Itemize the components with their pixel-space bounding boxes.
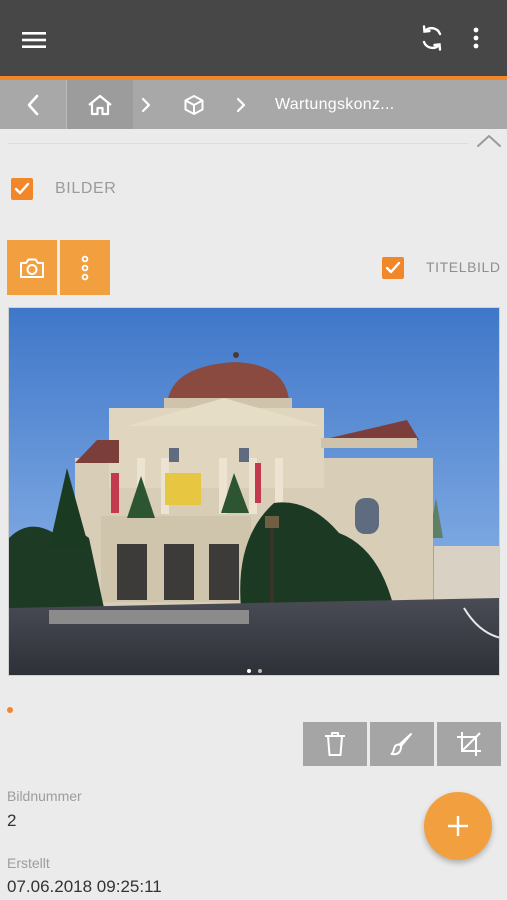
more-vertical-icon[interactable] [460, 18, 492, 58]
image-options-button[interactable] [60, 240, 110, 295]
crop-button[interactable] [437, 722, 501, 766]
building-photo[interactable] [8, 307, 500, 676]
home-icon[interactable] [67, 80, 133, 129]
chevron-left-icon[interactable] [0, 80, 66, 129]
breadcrumb-current[interactable]: Wartungskonz... [275, 80, 395, 129]
section-divider [8, 143, 468, 144]
crop-icon [457, 732, 481, 756]
section-title: BILDER [55, 180, 117, 197]
hamburger-icon[interactable] [14, 20, 54, 60]
erstellt-label: Erstellt [7, 855, 50, 871]
chevron-right-icon [231, 80, 251, 129]
bilder-checkbox[interactable] [11, 178, 33, 200]
page-indicator [7, 707, 13, 713]
breadcrumb: Wartungskonz... [0, 80, 507, 129]
add-button[interactable] [424, 792, 492, 860]
bildnummer-value: 2 [7, 811, 17, 830]
edit-button[interactable] [370, 722, 434, 766]
more-vertical-icon [81, 255, 89, 280]
sync-icon[interactable] [412, 18, 452, 58]
plus-icon [448, 816, 468, 836]
brush-icon [390, 733, 412, 756]
trash-icon [325, 732, 345, 756]
cube-icon[interactable] [178, 80, 210, 129]
delete-button[interactable] [303, 722, 367, 766]
titelbild-label: TITELBILD [426, 259, 501, 275]
bildnummer-label: Bildnummer [7, 788, 82, 804]
titelbild-checkbox[interactable] [382, 257, 404, 279]
chevron-right-icon [136, 80, 156, 129]
chevron-up-icon[interactable] [476, 132, 502, 150]
app-bar [0, 0, 507, 76]
erstellt-value: 07.06.2018 09:25:11 [7, 877, 162, 896]
camera-button[interactable] [7, 240, 57, 295]
camera-icon [20, 258, 44, 278]
